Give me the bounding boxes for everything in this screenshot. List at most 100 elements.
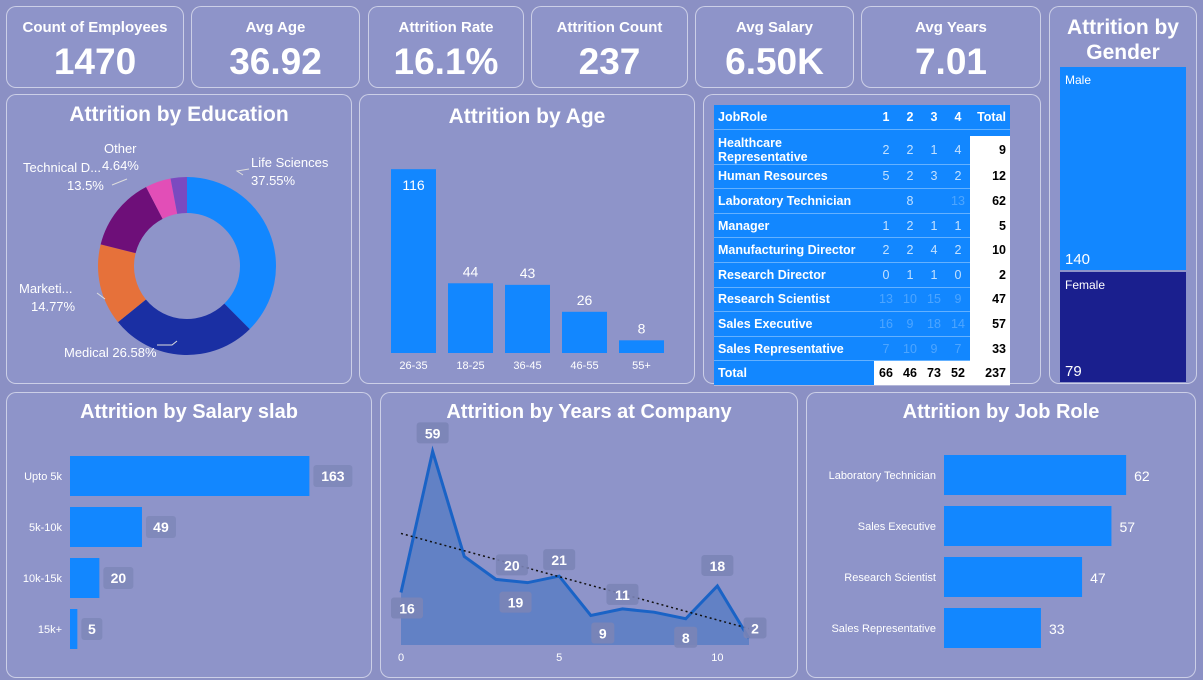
gender-male-block[interactable]: Male 140 [1060, 67, 1186, 270]
kpi-label: Avg Years [915, 19, 987, 36]
years-card: Attrition by Years at Company 16 59 20 19 21… [380, 392, 798, 678]
age-bar[interactable] [391, 169, 436, 353]
age-bar[interactable] [448, 283, 493, 353]
kpi-value: 237 [578, 41, 641, 82]
years-value-label: 9 [599, 625, 607, 641]
matrix-role-cell: Sales Executive [714, 311, 874, 337]
matrix-row[interactable]: Manager 1 2 1 1 5 [714, 213, 1010, 239]
years-area-chart: 165920192191181820 5 10 [391, 422, 767, 664]
matrix-row[interactable]: Sales Executive 16 9 18 14 57 [714, 311, 1010, 337]
matrix-header-1[interactable]: 1 [874, 105, 898, 130]
years-value-label: 19 [508, 595, 524, 611]
age-bar-chart: 116 26-35 44 18-25 43 36-45 26 46-55 8 55+ [391, 169, 664, 372]
matrix-value-cell: 9 [922, 336, 946, 362]
gender-female-block[interactable]: Female 79 [1060, 272, 1186, 382]
salary-bar[interactable] [70, 609, 78, 649]
education-card: Attrition by Education Life Sciences 37.… [6, 94, 352, 384]
matrix-value-cell: 1 [922, 135, 946, 165]
matrix-value-cell: 2 [946, 164, 970, 190]
jobrole-bar[interactable] [944, 506, 1112, 546]
matrix-header-2[interactable]: 2 [898, 105, 922, 130]
matrix-value-cell: 1 [922, 262, 946, 288]
matrix-value-cell: 1 [874, 213, 898, 239]
age-value-label: 44 [463, 263, 479, 279]
matrix-value-cell: 4 [946, 135, 970, 165]
matrix-row[interactable]: Healthcare Representative 2 2 1 4 9 [714, 135, 1010, 165]
matrix-role-cell: Total [714, 360, 874, 386]
matrix-value-cell: 1 [946, 213, 970, 239]
age-category-label: 26-35 [399, 360, 427, 372]
matrix-value-cell: 1 [898, 262, 922, 288]
matrix-value-cell: 2 [898, 164, 922, 190]
edu-label-medical: Medical 26.58% [64, 345, 157, 360]
matrix-header-3[interactable]: 3 [922, 105, 946, 130]
matrix-value-cell: 2 [874, 237, 898, 263]
salary-bar[interactable] [70, 507, 142, 547]
matrix-value-cell: 10 [898, 287, 922, 313]
years-value-label: 16 [399, 601, 415, 617]
salary-bar[interactable] [70, 558, 100, 598]
kpi-label: Attrition Rate [398, 19, 494, 36]
kpi-label: Attrition Count [556, 19, 663, 36]
salary-card: Attrition by Salary slab Upto 5k 163 5k-10… [6, 392, 372, 678]
kpi-card-attrition-rate: Attrition Rate 16.1% [368, 6, 524, 88]
edu-label-marketing: Marketi... 14.77% [19, 280, 75, 316]
matrix-value-cell: 0 [874, 262, 898, 288]
salary-bar[interactable] [70, 456, 310, 496]
matrix-row[interactable]: Laboratory Technician 8 13 62 [714, 188, 1010, 214]
donut-slice[interactable] [187, 177, 276, 330]
leader-line [111, 178, 128, 186]
jobrole-category-label: Laboratory Technician [829, 470, 936, 482]
education-donut [96, 168, 276, 355]
salary-value-label: 49 [153, 519, 169, 535]
matrix-value-cell: 3 [922, 164, 946, 190]
matrix-row[interactable]: Research Scientist 13 10 15 9 47 [714, 287, 1010, 313]
matrix-value-cell: 46 [898, 360, 922, 386]
matrix-value-cell: 14 [946, 311, 970, 337]
matrix-header-row: JobRole 1 2 3 4 Total [714, 105, 1010, 130]
edu-label-life-sciences: Life Sciences 37.55% [251, 154, 328, 190]
salary-category-label: Upto 5k [24, 471, 62, 483]
age-value-label: 43 [520, 265, 536, 281]
matrix-header-jobrole[interactable]: JobRole [714, 105, 874, 130]
matrix-role-cell: Manufacturing Director [714, 237, 874, 263]
jobrole-bar[interactable] [944, 608, 1041, 648]
years-value-label: 18 [710, 558, 726, 574]
years-xtick: 5 [556, 652, 562, 664]
matrix-role-cell: Research Director [714, 262, 874, 288]
matrix-total-cell: 33 [970, 336, 1010, 362]
age-value-label: 116 [402, 177, 425, 193]
matrix-row[interactable]: Sales Representative 7 10 9 7 33 [714, 336, 1010, 362]
age-bar[interactable] [619, 340, 664, 353]
edu-label-pct: 13.5% [67, 178, 104, 193]
matrix-row[interactable]: Manufacturing Director 2 2 4 2 10 [714, 237, 1010, 263]
edu-label-other: Other [104, 140, 137, 158]
matrix-value-cell: 2 [898, 135, 922, 165]
age-bar[interactable] [505, 284, 550, 353]
edu-label-pct: 14.77% [31, 299, 76, 314]
gender-title-line1: Attrition by [1067, 16, 1179, 39]
jobrole-bar[interactable] [944, 455, 1127, 495]
matrix-header-4[interactable]: 4 [946, 105, 970, 130]
jobrole-bar[interactable] [944, 557, 1083, 597]
matrix-row[interactable]: Human Resources 5 2 3 2 12 [714, 164, 1010, 190]
age-card: Attrition by Age 116 26-35 44 18-25 43 36-45 2… [359, 94, 695, 384]
matrix-role-cell: Sales Representative [714, 336, 874, 362]
matrix-header-total[interactable]: Total [970, 105, 1010, 130]
age-category-label: 55+ [632, 360, 651, 372]
matrix-row[interactable]: Research Director 0 1 1 0 2 [714, 262, 1010, 288]
matrix-value-cell: 15 [922, 287, 946, 313]
jobrole-matrix-card: JobRole 1 2 3 4 Total Healthcare Represe… [703, 94, 1041, 386]
age-bar[interactable] [562, 311, 607, 353]
matrix-value-cell: 2 [874, 135, 898, 165]
kpi-card-avg-salary: Avg Salary 6.50K [695, 6, 854, 88]
matrix-total-row[interactable]: Total 66 46 73 52 237 [714, 360, 1010, 386]
jobrole-matrix[interactable]: JobRole 1 2 3 4 Total Healthcare Represe… [714, 105, 1010, 386]
matrix-value-cell: 5 [874, 164, 898, 190]
jobrole-category-label: Research Scientist [844, 572, 936, 584]
kpi-label: Count of Employees [22, 19, 168, 36]
matrix-value-cell: 2 [946, 237, 970, 263]
matrix-value-cell: 4 [922, 237, 946, 263]
matrix-role-cell: Human Resources [714, 164, 874, 190]
matrix-value-cell: 8 [898, 188, 922, 214]
